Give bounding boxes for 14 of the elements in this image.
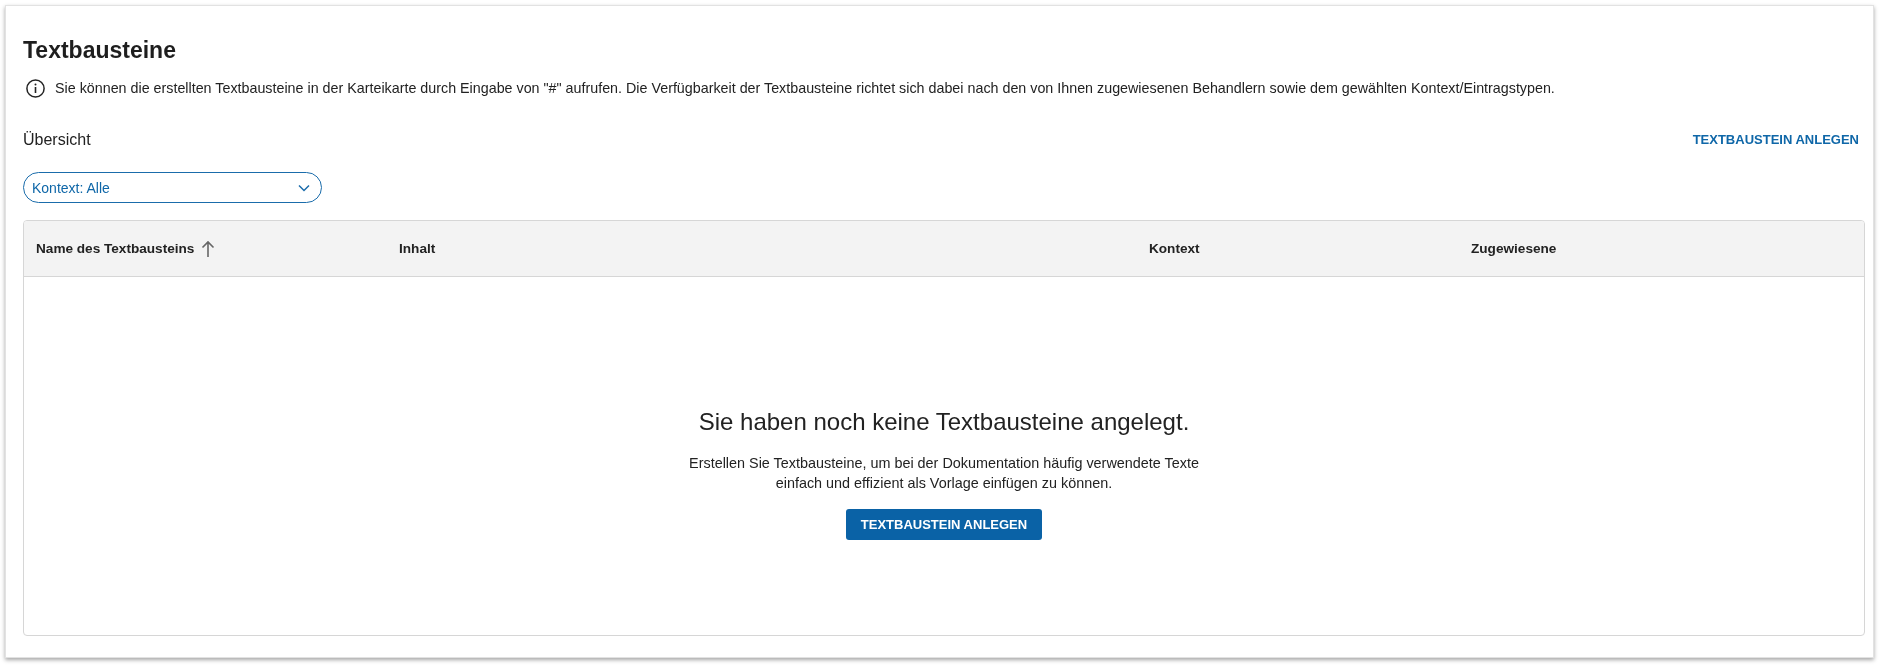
empty-state-heading: Sie haben noch keine Textbausteine angelegt.	[698, 407, 1190, 437]
info-icon	[26, 78, 45, 98]
column-header[interactable]: Name des Textbausteins	[36, 239, 216, 258]
page-title: Textbausteine	[23, 36, 176, 64]
info-text: Sie können die erstellten Textbausteine in der Karteikarte durch Eingabe von "#" aufrufen. Die Verfügbarkeit der Textbausteine richtet sich dabei nach den von Ihnen zugewiesenen Behandlern sowie dem gewählten Kontext/Eintragstypen.	[55, 79, 1555, 98]
context-filter-dropdown[interactable]: Kontext: Alle	[23, 172, 322, 203]
section-heading: Übersicht	[23, 130, 91, 150]
empty-state-text: Erstellen Sie Textbausteine, um bei der Dokumentation häufig verwendete Texte einfach und effizient als Vorlage einfügen zu können.	[689, 454, 1199, 493]
create-button[interactable]: TEXTBAUSTEIN ANLEGEN	[846, 509, 1042, 540]
column-header[interactable]: Inhalt	[399, 241, 436, 256]
column-header[interactable]: Kontext	[1149, 241, 1200, 256]
column-header[interactable]: Zugewiesene	[1471, 241, 1557, 256]
chevron-down-icon	[298, 183, 310, 192]
create-link[interactable]: TEXTBAUSTEIN ANLEGEN	[1692, 130, 1859, 150]
